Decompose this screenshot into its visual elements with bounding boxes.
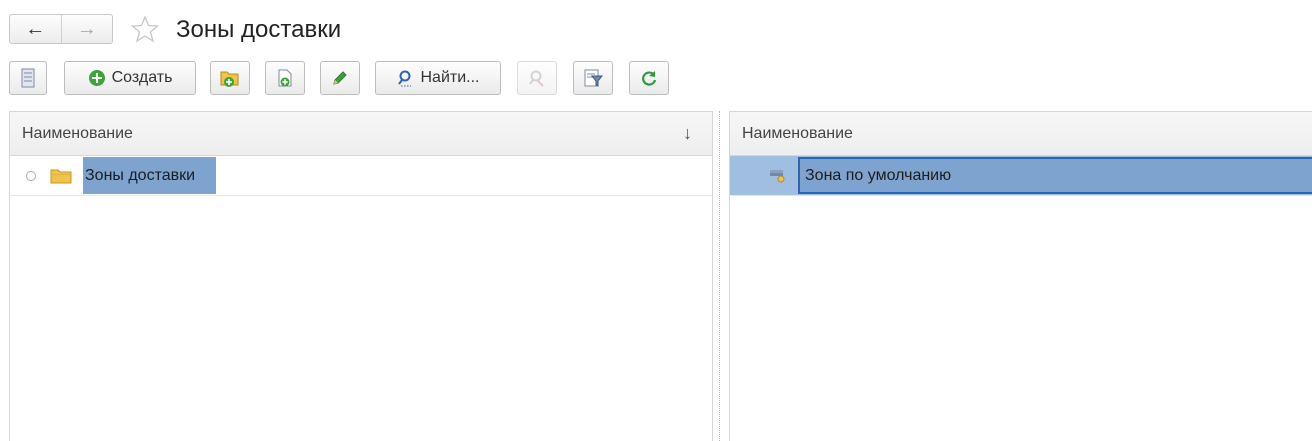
find-button-label: Найти... — [420, 69, 480, 86]
panel-splitter[interactable] — [719, 111, 721, 441]
copy-button[interactable] — [265, 61, 305, 95]
find-button[interactable]: Найти... — [375, 61, 501, 95]
right-column-header[interactable]: Наименование — [730, 112, 1312, 156]
list-icon — [21, 68, 35, 88]
create-group-button[interactable] — [210, 61, 250, 95]
tree-node-circle-icon — [26, 171, 36, 181]
list-mode-button[interactable] — [9, 61, 47, 95]
right-header-label: Наименование — [742, 124, 853, 142]
left-header-label: Наименование — [22, 124, 133, 142]
add-folder-icon — [220, 71, 239, 87]
page-title: Зоны доставки — [176, 16, 342, 43]
tree-row[interactable]: Зоны доставки — [10, 156, 712, 196]
refresh-button[interactable] — [629, 61, 669, 95]
back-button[interactable]: ← — [10, 15, 61, 43]
catalog-item-icon — [770, 170, 785, 183]
left-column-header[interactable]: Наименование ↓ — [10, 112, 712, 156]
list-item[interactable]: Зона по умолчанию — [730, 156, 1312, 196]
tree-row-label: Зоны доставки — [83, 157, 216, 194]
groups-tree-panel: Наименование ↓ Зоны доставки — [9, 111, 713, 441]
pencil-icon — [333, 71, 347, 85]
forward-arrow-icon: → — [76, 17, 97, 40]
filter-list-icon — [584, 69, 603, 87]
cancel-search-button[interactable] — [517, 61, 557, 95]
create-button[interactable]: Создать — [64, 61, 196, 95]
forward-button[interactable]: → — [60, 15, 113, 43]
add-document-icon — [278, 69, 292, 87]
filter-button[interactable] — [573, 61, 613, 95]
sort-down-icon[interactable]: ↓ — [683, 123, 692, 144]
title-bar: ← → Зоны доставки — [0, 0, 1312, 56]
list-item-label: Зона по умолчанию — [798, 157, 1312, 194]
navigation-group: ← → — [9, 14, 113, 44]
create-button-label: Создать — [111, 69, 173, 86]
toolbar: Создать Найти... — [0, 60, 1312, 102]
edit-button[interactable] — [320, 61, 360, 95]
back-arrow-icon: ← — [25, 17, 46, 40]
refresh-icon — [642, 71, 657, 86]
plus-circle-icon — [88, 70, 105, 86]
search-icon — [397, 70, 411, 87]
cancel-search-icon — [529, 70, 544, 87]
items-list-panel: Наименование Зона по умолчанию — [729, 111, 1312, 441]
favorite-star-icon[interactable] — [130, 14, 160, 44]
folder-icon — [50, 169, 72, 184]
